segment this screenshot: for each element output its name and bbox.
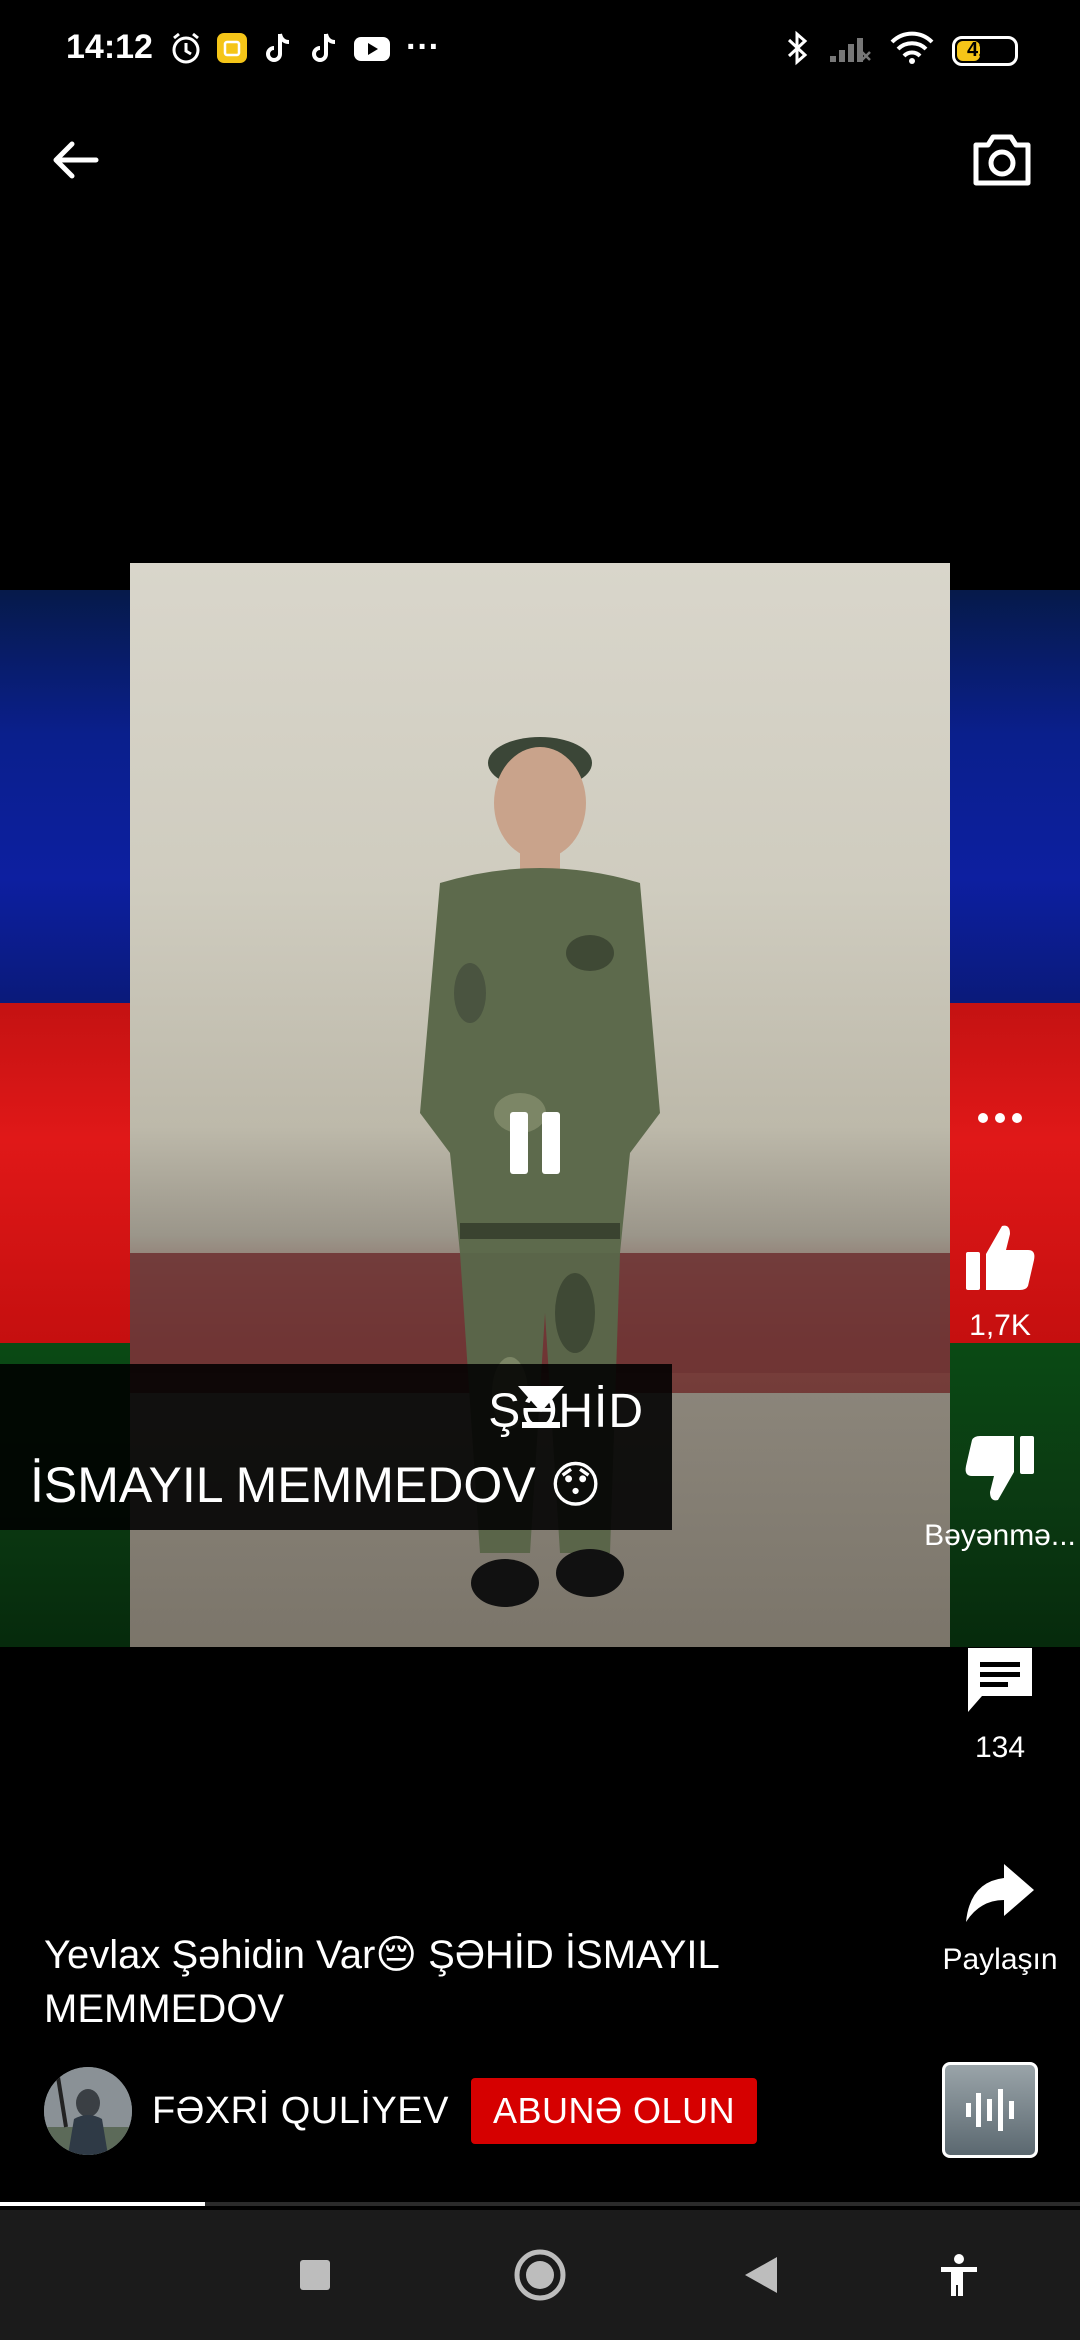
subscribe-button[interactable]: ABUNƏ OLUN bbox=[470, 2078, 758, 2144]
nav-back-button[interactable] bbox=[726, 2240, 796, 2310]
more-icon bbox=[978, 1113, 1022, 1123]
recents-button[interactable] bbox=[280, 2240, 350, 2310]
status-bar: 14:12 ··· 41 bbox=[0, 0, 1080, 100]
battery-icon: 41 bbox=[952, 35, 1018, 66]
battery-level: 41 bbox=[967, 39, 990, 61]
system-nav-bar bbox=[0, 2210, 1080, 2340]
home-button[interactable] bbox=[505, 2240, 575, 2310]
thumbs-up-icon bbox=[966, 1225, 1035, 1290]
back-arrow-icon bbox=[53, 141, 99, 179]
more-button[interactable] bbox=[920, 1110, 1080, 1131]
system-status-icons: 41 bbox=[784, 30, 1018, 71]
camera-icon bbox=[973, 134, 1031, 186]
avatar-image bbox=[44, 2067, 132, 2155]
audio-wave-icon bbox=[966, 2089, 1014, 2131]
youtube-icon bbox=[352, 30, 392, 66]
back-icon bbox=[745, 2257, 777, 2293]
bluetooth-icon bbox=[784, 30, 810, 71]
video-progress-track[interactable] bbox=[205, 2202, 1080, 2206]
pause-icon-bar bbox=[542, 1112, 560, 1174]
channel-row: FƏXRİ QULİYEV ABUNƏ OLUN bbox=[44, 2066, 758, 2156]
thumbs-down-icon bbox=[965, 1436, 1034, 1501]
download-marker-icon bbox=[518, 1386, 564, 1428]
music-button[interactable] bbox=[942, 2062, 1038, 2158]
video-caption-box: ŞƏHİD İSMAYIL MEMMEDOV 😯 bbox=[0, 1364, 672, 1530]
camera-button[interactable] bbox=[962, 120, 1042, 200]
recents-icon bbox=[300, 2260, 330, 2290]
caption-line-1: ŞƏHİD bbox=[488, 1385, 644, 1438]
app-icon bbox=[214, 30, 250, 66]
dislike-button[interactable]: Bəyənmə... bbox=[920, 1430, 1080, 1553]
tiktok-icon bbox=[306, 30, 342, 66]
share-icon bbox=[966, 1864, 1034, 1922]
home-icon bbox=[514, 2249, 566, 2301]
share-label: Paylaşın bbox=[942, 1943, 1058, 1976]
comment-icon bbox=[968, 1648, 1032, 1712]
comment-count: 134 bbox=[974, 1731, 1026, 1764]
comments-button[interactable]: 134 bbox=[920, 1642, 1080, 1765]
accessibility-button[interactable] bbox=[924, 2240, 994, 2310]
like-count: 1,7K bbox=[969, 1309, 1031, 1342]
pause-icon bbox=[510, 1112, 528, 1174]
avatar[interactable] bbox=[44, 2067, 132, 2155]
pause-button[interactable] bbox=[510, 1112, 570, 1178]
video-progress-bar[interactable] bbox=[0, 2202, 205, 2206]
signal-icon bbox=[828, 30, 872, 71]
like-button[interactable]: 1,7K bbox=[920, 1220, 1080, 1343]
wifi-icon bbox=[890, 30, 934, 71]
caption-line-2: İSMAYIL MEMMEDOV 😯 bbox=[30, 1457, 602, 1513]
video-title[interactable]: Yevlax Şəhidin Var😔 ŞƏHİD İSMAYIL MEMMED… bbox=[44, 1928, 864, 2036]
overflow-notifications-icon: ··· bbox=[406, 28, 440, 66]
channel-name[interactable]: FƏXRİ QULİYEV bbox=[152, 2090, 449, 2133]
notification-icons: ··· bbox=[168, 28, 440, 67]
back-button[interactable] bbox=[36, 120, 116, 200]
tiktok-icon bbox=[260, 30, 296, 66]
status-time: 14:12 bbox=[66, 28, 153, 66]
share-button[interactable]: Paylaşın bbox=[920, 1860, 1080, 1977]
dislike-label: Bəyənmə... bbox=[924, 1519, 1076, 1552]
accessibility-icon bbox=[941, 2254, 977, 2296]
alarm-icon bbox=[168, 30, 204, 66]
